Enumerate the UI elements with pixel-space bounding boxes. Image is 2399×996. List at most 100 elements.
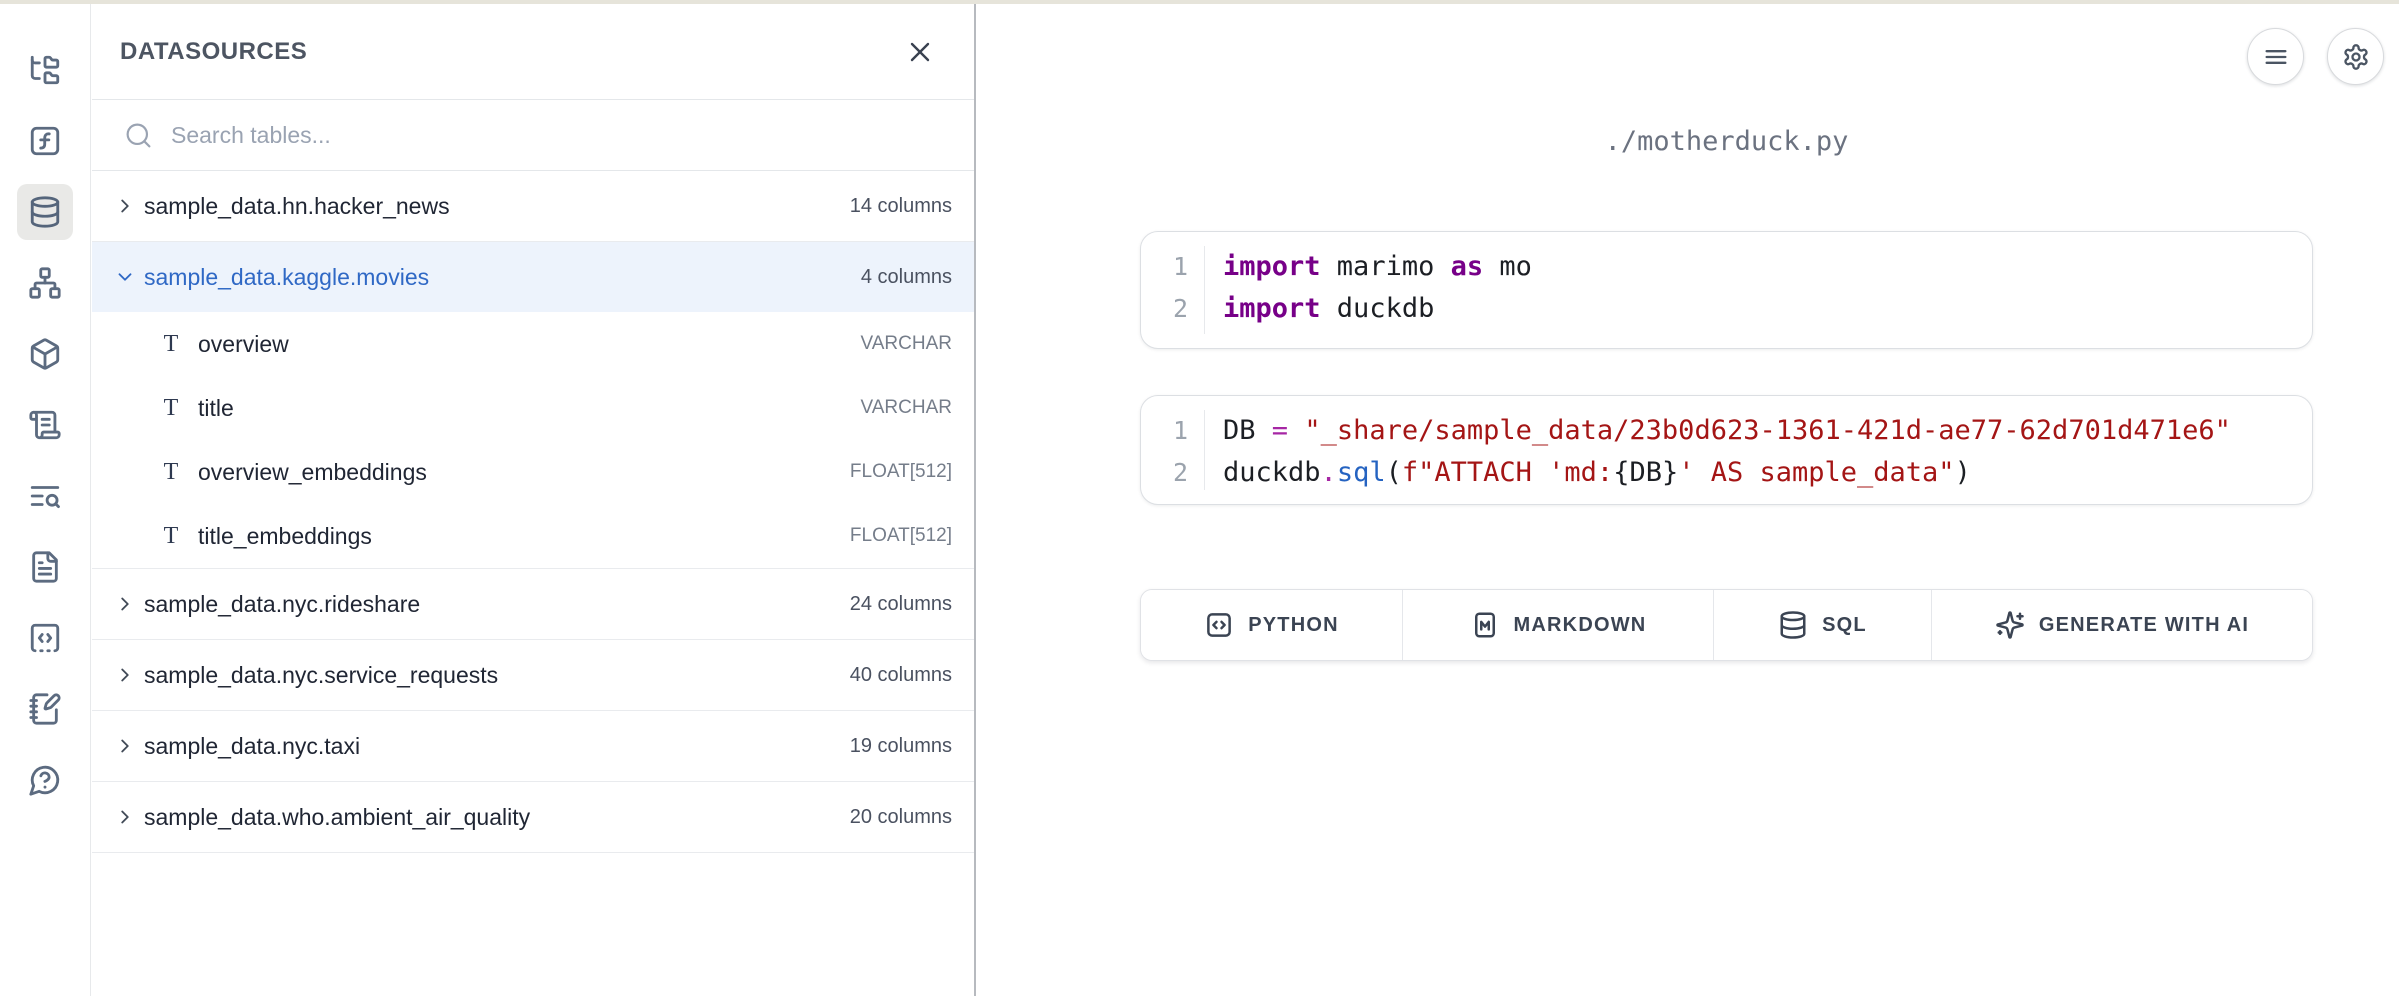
table-column-count: 40 columns bbox=[850, 664, 952, 687]
text-type-icon: T bbox=[161, 460, 181, 484]
column-type: FLOAT[512] bbox=[850, 525, 952, 547]
column-name: title_embeddings bbox=[198, 523, 372, 550]
column-row[interactable]: ToverviewVARCHAR bbox=[92, 312, 974, 376]
chevron-right-icon[interactable] bbox=[114, 195, 136, 217]
sidebar-item-datasources[interactable] bbox=[17, 184, 73, 240]
column-type: VARCHAR bbox=[861, 333, 953, 355]
table-name: sample_data.hn.hacker_news bbox=[144, 193, 450, 220]
column-row[interactable]: Toverview_embeddingsFLOAT[512] bbox=[92, 440, 974, 504]
line-number: 2 bbox=[1173, 288, 1188, 330]
settings-button[interactable] bbox=[2327, 28, 2384, 85]
line-number: 1 bbox=[1173, 246, 1188, 288]
help-bubble-icon bbox=[28, 763, 62, 797]
hamburger-menu-icon bbox=[2262, 43, 2290, 71]
close-icon bbox=[904, 36, 936, 68]
panel-title: DATASOURCES bbox=[120, 38, 307, 66]
table-row[interactable]: sample_data.kaggle.movies4 columns bbox=[92, 242, 974, 312]
activity-sidebar bbox=[0, 4, 91, 996]
top-actions bbox=[2247, 28, 2384, 85]
add-cell-generate-with-ai-button[interactable]: GENERATE WITH AI bbox=[1932, 590, 2312, 660]
add-cell-python-button[interactable]: PYTHON bbox=[1141, 590, 1403, 660]
line-number-gutter: 12 bbox=[1141, 410, 1205, 490]
table-name: sample_data.nyc.taxi bbox=[144, 733, 360, 760]
table-name: sample_data.nyc.service_requests bbox=[144, 662, 498, 689]
text-type-icon: T bbox=[161, 524, 181, 548]
table-row[interactable]: sample_data.who.ambient_air_quality 20 co… bbox=[92, 782, 974, 852]
search-tables-input[interactable] bbox=[171, 122, 946, 149]
sidebar-item-documentation[interactable] bbox=[17, 539, 73, 595]
column-name: title bbox=[198, 395, 234, 422]
code-editor[interactable]: import marimo as moimport duckdb bbox=[1205, 246, 1532, 334]
table-name: sample_data.who.ambient_air_quality bbox=[144, 804, 530, 831]
line-number: 2 bbox=[1173, 452, 1188, 494]
chevron-right-icon[interactable] bbox=[114, 806, 136, 828]
table-row[interactable]: sample_data.nyc.rideshare 24 columns bbox=[92, 569, 974, 639]
table-group: sample_data.hn.hacker_news14 columns bbox=[92, 171, 974, 242]
chevron-right-icon bbox=[114, 195, 136, 217]
notebook-filename: ./motherduck.py bbox=[1140, 126, 2313, 157]
chevron-right-icon[interactable] bbox=[114, 664, 136, 686]
chevron-right-icon bbox=[114, 735, 136, 757]
table-row[interactable]: sample_data.hn.hacker_news14 columns bbox=[92, 171, 974, 241]
chevron-right-icon bbox=[114, 664, 136, 686]
chevron-down-icon[interactable] bbox=[114, 266, 136, 288]
sidebar-item-dependencies[interactable] bbox=[17, 255, 73, 311]
column-row[interactable]: TtitleVARCHAR bbox=[92, 376, 974, 440]
table-column-count: 19 columns bbox=[850, 735, 952, 758]
table-column-count: 24 columns bbox=[850, 593, 952, 616]
code-cell[interactable]: 12DB = "_share/sample_data/23b0d623-1361… bbox=[1140, 395, 2313, 505]
add-cell-markdown-button[interactable]: MARKDOWN bbox=[1403, 590, 1714, 660]
sidebar-item-tracebacks[interactable] bbox=[17, 468, 73, 524]
add-cell-button-label: MARKDOWN bbox=[1514, 614, 1647, 637]
table-name: sample_data.nyc.rideshare bbox=[144, 591, 420, 618]
table-column-count: 20 columns bbox=[850, 806, 952, 829]
text-type-icon: T bbox=[161, 396, 181, 420]
sparkles-icon bbox=[1995, 610, 2025, 640]
code-square-icon bbox=[1204, 610, 1234, 640]
sidebar-item-scratchpad[interactable] bbox=[17, 681, 73, 737]
column-row[interactable]: Ttitle_embeddings FLOAT[512] bbox=[92, 504, 974, 568]
chevron-right-icon[interactable] bbox=[114, 593, 136, 615]
column-name: overview bbox=[198, 331, 289, 358]
folder-tree-icon bbox=[28, 53, 62, 87]
chevron-right-icon bbox=[114, 593, 136, 615]
code-line: import duckdb bbox=[1223, 288, 1532, 330]
table-group: sample_data.kaggle.movies4 columns Toverv… bbox=[92, 242, 974, 569]
table-row[interactable]: sample_data.nyc.taxi 19 columns bbox=[92, 711, 974, 781]
table-group: sample_data.nyc.service_requests 40 colum… bbox=[92, 640, 974, 711]
table-row[interactable]: sample_data.nyc.service_requests 40 colum… bbox=[92, 640, 974, 710]
sidebar-item-packages[interactable] bbox=[17, 326, 73, 382]
function-square-icon bbox=[28, 124, 62, 158]
file-text-icon bbox=[28, 550, 62, 584]
table-group: sample_data.who.ambient_air_quality 20 co… bbox=[92, 782, 974, 853]
add-cell-button-label: PYTHON bbox=[1248, 614, 1339, 637]
chevron-down-icon bbox=[114, 266, 136, 288]
add-cell-bar: PYTHON MARKDOWN SQL GENERATE WITH AI bbox=[1140, 589, 2313, 661]
chevron-right-icon[interactable] bbox=[114, 735, 136, 757]
database-icon bbox=[28, 195, 62, 229]
code-line: duckdb.sql(f"ATTACH 'md:{DB}' AS sample_… bbox=[1223, 452, 2231, 494]
add-cell-sql-button[interactable]: SQL bbox=[1714, 590, 1932, 660]
sidebar-item-file-explorer[interactable] bbox=[17, 42, 73, 98]
column-type: FLOAT[512] bbox=[850, 461, 952, 483]
add-cell-button-label: GENERATE WITH AI bbox=[2039, 614, 2249, 637]
square-m-icon bbox=[1470, 610, 1500, 640]
text-search-icon bbox=[28, 479, 62, 513]
sidebar-item-snippets[interactable] bbox=[17, 610, 73, 666]
gear-icon bbox=[2342, 43, 2370, 71]
sidebar-item-variables[interactable] bbox=[17, 113, 73, 169]
sidebar-item-logs[interactable] bbox=[17, 397, 73, 453]
datasources-panel-header: DATASOURCES bbox=[92, 4, 974, 100]
close-panel-button[interactable] bbox=[904, 36, 936, 68]
line-number: 1 bbox=[1173, 410, 1188, 452]
notebook-pen-icon bbox=[28, 692, 62, 726]
sidebar-item-help[interactable] bbox=[17, 752, 73, 808]
line-number-gutter: 12 bbox=[1141, 246, 1205, 334]
tables-list: sample_data.hn.hacker_news14 columnssamp… bbox=[92, 171, 974, 853]
marimo-app: DATASOURCES sample_data.hn.hacker_news14… bbox=[0, 0, 2399, 996]
chevron-right-icon bbox=[114, 806, 136, 828]
notebook-menu-button[interactable] bbox=[2247, 28, 2304, 85]
code-editor[interactable]: DB = "_share/sample_data/23b0d623-1361-4… bbox=[1205, 410, 2231, 490]
table-group: sample_data.nyc.taxi 19 columns bbox=[92, 711, 974, 782]
code-cell[interactable]: 12import marimo as moimport duckdb bbox=[1140, 231, 2313, 349]
